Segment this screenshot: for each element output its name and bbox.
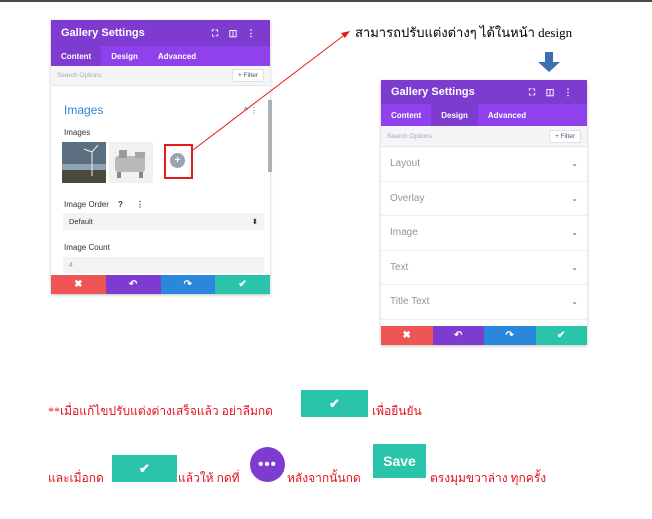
inline-check-button: ✔ <box>301 390 368 417</box>
chevron-down-icon: ⌄ <box>571 159 578 169</box>
instruction-line1-end: เพื่อยืนยัน <box>372 404 422 418</box>
group-label: Image <box>390 227 418 239</box>
tab-content[interactable]: Content <box>381 104 431 126</box>
more-dots-button: ••• <box>250 447 285 482</box>
chevron-down-icon: ⌄ <box>571 262 578 272</box>
instruction-line1-start: **เมื่อแก้ไขปรับแต่งต่างเสร็จแล้ว อย่าลื… <box>48 404 273 418</box>
tab-design[interactable]: Design <box>431 104 478 126</box>
group-text[interactable]: Text ⌄ <box>381 251 587 285</box>
check-icon: ✔ <box>139 460 150 476</box>
filter-button[interactable]: + Filter <box>548 129 581 143</box>
group-label: Overlay <box>390 192 425 204</box>
group-title-text[interactable]: Title Text ⌄ <box>381 285 587 320</box>
instruction-line2-then: หลังจากนั้นกด <box>287 471 361 485</box>
group-overlay[interactable]: Overlay ⌄ <box>381 182 587 216</box>
save-changes-button[interactable]: ✔ <box>535 326 587 345</box>
search-input[interactable]: Search Options <box>387 133 549 140</box>
undo-icon: ↶ <box>454 330 463 341</box>
expand-icon[interactable]: ⛶ <box>523 87 541 98</box>
search-bar: Search Options + Filter <box>381 126 587 147</box>
panel-tabs: Content Design Advanced <box>381 104 587 126</box>
panel-footer: ✖ ↶ ↷ ✔ <box>381 326 587 345</box>
cancel-button[interactable]: ✖ <box>381 326 433 345</box>
panel-title: Gallery Settings <box>391 86 475 98</box>
redo-button[interactable]: ↷ <box>484 326 536 345</box>
instruction-line2-start: และเมื่อกด <box>48 471 104 485</box>
redo-icon: ↷ <box>505 330 514 341</box>
check-icon: ✔ <box>557 330 566 341</box>
more-options-icon[interactable]: ⋮ <box>559 87 577 98</box>
chevron-down-icon: ⌄ <box>571 193 578 203</box>
undo-button[interactable]: ↶ <box>432 326 484 345</box>
inline-save-button: Save <box>373 444 426 478</box>
chevron-down-icon: ⌄ <box>571 228 578 238</box>
design-groups: Layout ⌄ Overlay ⌄ Image ⌄ Text ⌄ Title Text… <box>381 147 587 320</box>
group-image[interactable]: Image ⌄ <box>381 216 587 251</box>
group-label: Layout <box>390 158 421 170</box>
instruction-line2-mid: แล้วให้ กดที่ <box>178 471 240 485</box>
check-icon: ✔ <box>329 395 340 411</box>
callout-text: สามารถปรับแต่งต่างๆ ได้ในหน้า design <box>355 25 573 40</box>
group-layout[interactable]: Layout ⌄ <box>381 147 587 182</box>
inline-check-button: ✔ <box>112 455 177 482</box>
gallery-settings-panel-design: Gallery Settings ⛶ ◫ ⋮ Content Design Ad… <box>381 80 587 345</box>
group-label: Text <box>390 261 409 273</box>
tab-advanced[interactable]: Advanced <box>478 104 536 126</box>
chevron-down-icon: ⌄ <box>571 297 578 307</box>
panel-header: Gallery Settings ⛶ ◫ ⋮ <box>381 80 587 104</box>
group-label: Title Text <box>390 296 430 308</box>
instruction-line2-end: ตรงมุมขวาล่าง ทุกครั้ง <box>430 471 547 485</box>
split-view-icon[interactable]: ◫ <box>541 87 559 98</box>
close-icon: ✖ <box>402 330 411 341</box>
